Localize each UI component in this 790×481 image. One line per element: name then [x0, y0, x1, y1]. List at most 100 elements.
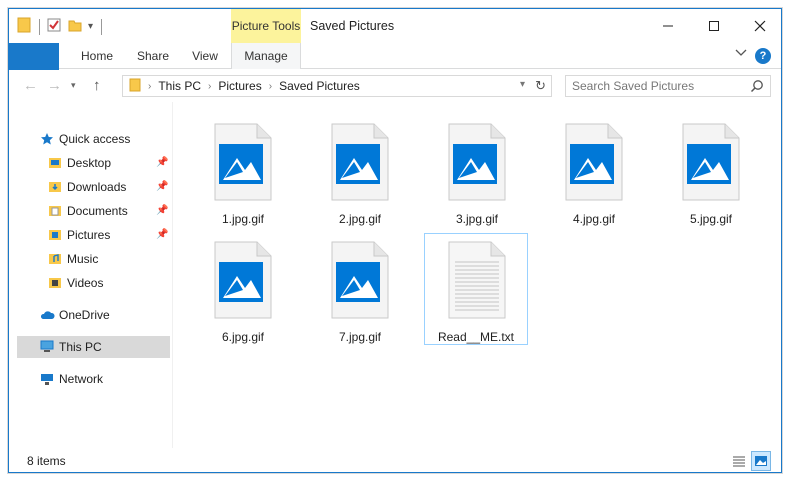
sidebar-item-label: Music	[67, 252, 99, 266]
sidebar-item-label: Network	[59, 372, 104, 386]
folder-icon	[17, 17, 31, 36]
search-placeholder: Search Saved Pictures	[572, 79, 695, 93]
explorer-window: PC risk.com ▾ Picture Tools Saved Pictur…	[8, 8, 782, 473]
minimize-button[interactable]	[645, 9, 691, 43]
folder-icon	[129, 78, 141, 95]
desktop-folder-icon	[47, 155, 63, 171]
sidebar-item-desktop[interactable]: Desktop	[47, 152, 111, 174]
breadcrumb-saved-pictures[interactable]: Saved Pictures	[279, 79, 360, 93]
breadcrumb-pictures[interactable]: Pictures	[218, 79, 261, 93]
image-file-icon	[214, 241, 272, 319]
item-count: 8 items	[27, 454, 66, 468]
picture-tools-context: Picture Tools	[231, 9, 301, 43]
sidebar-item-label: OneDrive	[59, 308, 110, 322]
pictures-folder-icon	[47, 227, 63, 243]
file-name: 6.jpg.gif	[221, 330, 265, 344]
text-file-icon	[448, 241, 506, 319]
refresh-icon[interactable]: ↻	[535, 78, 546, 94]
sidebar-item-onedrive[interactable]: OneDrive	[39, 304, 110, 326]
expand-ribbon-icon[interactable]	[735, 48, 747, 60]
file-name: 4.jpg.gif	[572, 212, 616, 226]
videos-folder-icon	[47, 275, 63, 291]
tab-view[interactable]: View	[181, 43, 229, 69]
forward-arrow-icon[interactable]: →	[47, 77, 62, 94]
chevron-right-icon: ›	[148, 80, 152, 92]
status-bar: 8 items	[9, 448, 781, 472]
pin-icon[interactable]: 📌	[156, 229, 168, 240]
file-item[interactable]: 3.jpg.gif	[425, 116, 529, 228]
file-name: Read__ME.txt	[437, 330, 515, 344]
up-arrow-icon[interactable]: ↑	[93, 77, 101, 94]
search-icon[interactable]	[750, 79, 764, 96]
maximize-button[interactable]	[691, 9, 737, 43]
customize-toolbar-icon[interactable]: ▾	[88, 21, 93, 32]
music-folder-icon	[47, 251, 63, 267]
sidebar-item-downloads[interactable]: Downloads	[47, 176, 126, 198]
pin-icon[interactable]: 📌	[156, 157, 168, 168]
file-item[interactable]: 4.jpg.gif	[542, 116, 646, 228]
file-item-selected[interactable]: Read__ME.txt	[424, 233, 528, 345]
new-folder-icon[interactable]	[68, 17, 82, 36]
back-arrow-icon[interactable]: ←	[23, 77, 38, 94]
sidebar-item-label: Documents	[67, 204, 128, 218]
image-file-icon	[214, 123, 272, 201]
tab-home[interactable]: Home	[71, 43, 123, 69]
help-button[interactable]: ?	[755, 48, 771, 64]
image-file-icon	[331, 123, 389, 201]
title-bar: ▾ Picture Tools Saved Pictures	[9, 9, 781, 43]
cloud-icon	[39, 307, 55, 323]
breadcrumb: › This PC › Pictures › Saved Pictures	[141, 79, 360, 93]
search-input[interactable]: Search Saved Pictures	[565, 75, 771, 97]
pin-icon[interactable]: 📌	[156, 205, 168, 216]
address-row: ← → ▾ ↑ › This PC › Pictures › Saved Pic…	[9, 70, 781, 102]
file-item[interactable]: 2.jpg.gif	[308, 116, 412, 228]
properties-icon[interactable]	[46, 17, 62, 36]
window-title: Saved Pictures	[310, 19, 395, 33]
close-button[interactable]	[737, 9, 781, 43]
sidebar-item-quick-access[interactable]: Quick access	[39, 128, 130, 150]
star-icon	[39, 131, 55, 147]
file-item[interactable]: 7.jpg.gif	[308, 234, 412, 346]
details-view-icon	[733, 456, 745, 467]
sidebar-item-pictures[interactable]: Pictures	[47, 224, 110, 246]
toolbar-separator	[101, 18, 103, 35]
address-bar[interactable]: › This PC › Pictures › Saved Pictures ▾ …	[122, 75, 552, 97]
computer-icon	[39, 339, 55, 355]
sidebar-item-videos[interactable]: Videos	[47, 272, 103, 294]
recent-locations-chevron-icon[interactable]: ▾	[71, 80, 76, 91]
image-file-icon	[682, 123, 740, 201]
sidebar-item-this-pc[interactable]: This PC	[17, 336, 170, 358]
sidebar-item-music[interactable]: Music	[47, 248, 98, 270]
image-file-icon	[448, 123, 506, 201]
address-dropdown-icon[interactable]: ▾	[520, 79, 525, 90]
toolbar-separator	[39, 18, 40, 35]
tab-share[interactable]: Share	[127, 43, 179, 69]
sidebar-item-label: Quick access	[59, 132, 131, 146]
file-item[interactable]: 6.jpg.gif	[191, 234, 295, 346]
image-file-icon	[331, 241, 389, 319]
sidebar-item-label: Desktop	[67, 156, 112, 170]
file-name: 5.jpg.gif	[689, 212, 733, 226]
tab-manage[interactable]: Manage	[231, 43, 301, 69]
file-name: 2.jpg.gif	[338, 212, 382, 226]
pin-icon[interactable]: 📌	[156, 181, 168, 192]
file-name: 7.jpg.gif	[338, 330, 382, 344]
sidebar-item-documents[interactable]: Documents	[47, 200, 128, 222]
documents-folder-icon	[47, 203, 63, 219]
sidebar-item-network[interactable]: Network	[39, 368, 103, 390]
file-item[interactable]: 1.jpg.gif	[191, 116, 295, 228]
breadcrumb-this-pc[interactable]: This PC	[158, 79, 201, 93]
sidebar-item-label: Downloads	[67, 180, 127, 194]
file-name: 1.jpg.gif	[221, 212, 265, 226]
file-view: 1.jpg.gif 2.jpg.gif 3.jpg.gif 4.jpg.gif …	[173, 102, 781, 448]
chevron-right-icon: ›	[208, 80, 212, 92]
navigation-pane: Quick access Desktop 📌 Downloads 📌 Docum…	[9, 102, 172, 448]
large-icons-view-button[interactable]	[751, 451, 771, 471]
image-file-icon	[565, 123, 623, 201]
details-view-button[interactable]	[729, 451, 749, 471]
chevron-right-icon: ›	[268, 80, 273, 92]
sidebar-item-label: Pictures	[67, 228, 111, 242]
file-name: 3.jpg.gif	[455, 212, 499, 226]
sidebar-item-label: This PC	[59, 340, 102, 354]
file-item[interactable]: 5.jpg.gif	[659, 116, 763, 228]
